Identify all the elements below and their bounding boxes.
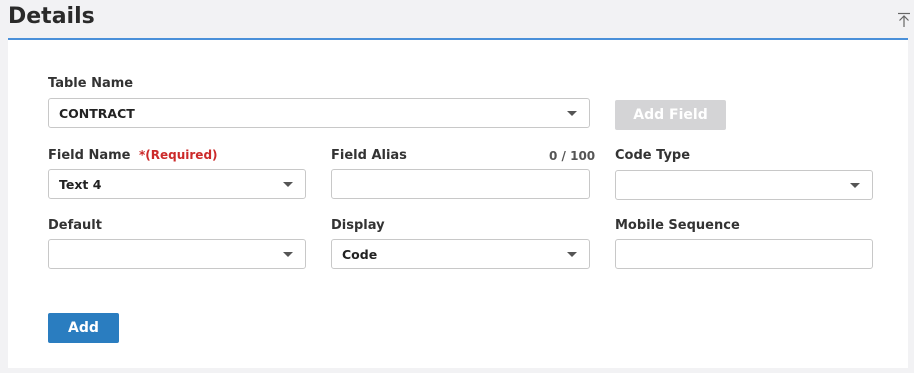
table-name-select[interactable]: CONTRACT [48, 98, 590, 128]
section-title: Details [8, 4, 95, 29]
display-label: Display [331, 218, 385, 233]
default-label: Default [48, 218, 102, 233]
field-name-label-text: Field Name [48, 148, 131, 163]
chevron-down-icon [567, 111, 577, 116]
field-name-label: Field Name *(Required) [48, 148, 218, 163]
required-marker: *(Required) [139, 148, 218, 162]
default-select[interactable] [48, 239, 306, 269]
chevron-down-icon [283, 252, 293, 257]
mobile-sequence-label: Mobile Sequence [615, 218, 740, 233]
display-select[interactable]: Code [331, 239, 590, 269]
chevron-down-icon [567, 252, 577, 257]
chevron-down-icon [283, 182, 293, 187]
table-name-value: CONTRACT [59, 106, 135, 121]
field-alias-char-counter: 0 / 100 [549, 149, 596, 163]
mobile-sequence-input[interactable] [615, 239, 873, 269]
add-field-button[interactable]: Add Field [615, 100, 726, 130]
section-header: Details [0, 0, 914, 38]
field-alias-input[interactable] [331, 169, 590, 199]
field-name-select[interactable]: Text 4 [48, 169, 306, 199]
code-type-label: Code Type [615, 148, 691, 163]
code-type-select[interactable] [615, 170, 873, 200]
table-name-label: Table Name [48, 76, 134, 91]
field-alias-label: Field Alias [331, 148, 407, 163]
display-value: Code [342, 247, 378, 262]
add-button[interactable]: Add [48, 313, 119, 343]
field-name-value: Text 4 [59, 177, 102, 192]
details-panel: Table Name CONTRACT Add Field Field Name… [8, 40, 908, 368]
chevron-down-icon [850, 183, 860, 188]
collapse-to-top-icon[interactable] [897, 12, 911, 28]
